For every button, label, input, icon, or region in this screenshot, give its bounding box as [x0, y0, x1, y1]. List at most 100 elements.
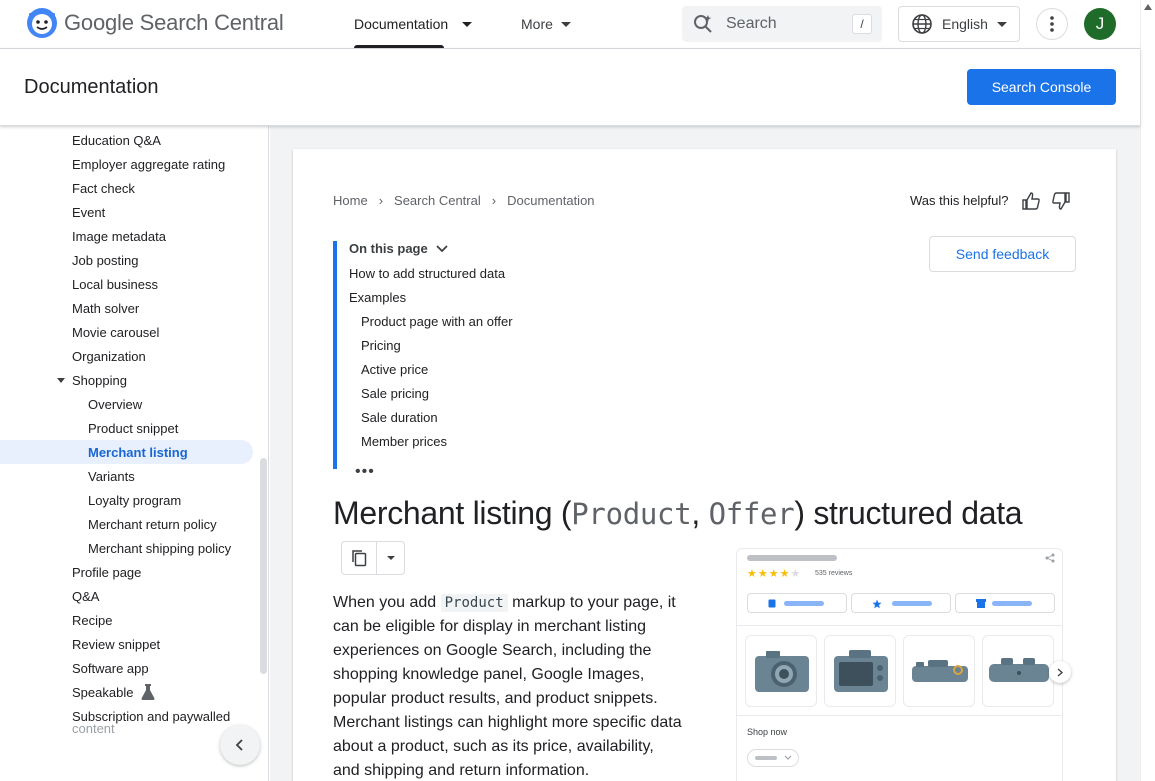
sidebar-item-label: Speakable: [72, 684, 134, 700]
divider: [737, 715, 1062, 716]
store-icon: [976, 599, 986, 608]
shop-now-label: Shop now: [747, 727, 788, 737]
more-vert-icon: [1050, 16, 1054, 32]
title-code-offer: Offer: [708, 497, 795, 531]
sidebar-item[interactable]: Merchant listing: [0, 440, 253, 464]
divider: [737, 625, 1062, 626]
toc-link[interactable]: Pricing: [361, 338, 401, 353]
language-label: English: [942, 16, 988, 32]
toc-link[interactable]: Active price: [361, 362, 428, 377]
camera-top-image-icon: [912, 660, 968, 682]
thumb-up-icon[interactable]: [1021, 191, 1041, 211]
section-title: Documentation: [24, 76, 159, 98]
language-selector[interactable]: English: [898, 6, 1020, 42]
page-scrollbar[interactable]: [1140, 0, 1155, 781]
placeholder-chip: [747, 749, 799, 767]
intro-paragraph: When you add Product markup to your page…: [333, 591, 683, 781]
sidebar-item[interactable]: Organization: [0, 344, 253, 368]
sidebar-item[interactable]: Overview: [0, 392, 253, 416]
page-title: Merchant listing (Product, Offer) struct…: [333, 495, 1023, 532]
title-code-product: Product: [571, 497, 692, 531]
sidebar-item[interactable]: Recipe: [0, 608, 253, 632]
toc-link[interactable]: Member prices: [361, 434, 447, 449]
on-this-page-toc: On this page How to add structured data E…: [333, 241, 583, 480]
chevron-down-icon: [560, 21, 571, 27]
sidebar-item[interactable]: Variants: [0, 464, 253, 488]
nav-tab-documentation[interactable]: Documentation: [354, 0, 473, 48]
document-icon: [768, 599, 776, 608]
search-input[interactable]: Search /: [682, 6, 882, 42]
breadcrumb-item[interactable]: Home: [333, 193, 368, 208]
sidebar-item[interactable]: Local business: [0, 272, 253, 296]
sidebar-item[interactable]: Fact check: [0, 176, 253, 200]
search-spark-icon: [694, 15, 712, 33]
camera-image-icon: [755, 651, 809, 692]
sidebar-item[interactable]: Employer aggregate rating: [0, 152, 253, 176]
nav-tab-more[interactable]: More: [521, 0, 571, 48]
account-avatar[interactable]: J: [1084, 8, 1116, 40]
site-logo[interactable]: Google Search Central: [26, 7, 284, 39]
intro-text: When you add: [333, 594, 441, 611]
carousel-next-button[interactable]: [1049, 661, 1071, 683]
toc-link[interactable]: Sale pricing: [361, 386, 429, 401]
more-options-button[interactable]: [1036, 8, 1068, 40]
sidebar-item[interactable]: Q&A: [0, 584, 253, 608]
toc-link[interactable]: How to add structured data: [349, 266, 505, 281]
review-count: 535 reviews: [815, 570, 853, 577]
toc-link[interactable]: Examples: [349, 290, 406, 305]
sidebar-item[interactable]: Event: [0, 200, 253, 224]
sidebar-item-label: Software app: [72, 660, 149, 676]
sidebar-item[interactable]: Math solver: [0, 296, 253, 320]
sidebar-item[interactable]: Job posting: [0, 248, 253, 272]
section-header: Documentation Search Console: [0, 49, 1140, 126]
placeholder-bar: [784, 601, 824, 606]
inline-code-product: Product: [440, 594, 508, 612]
sidebar-item[interactable]: Loyalty program: [0, 488, 253, 512]
sidebar-item[interactable]: Profile page: [0, 560, 253, 584]
breadcrumb-item[interactable]: Search Central: [394, 193, 481, 208]
sidebar-item[interactable]: content: [0, 720, 253, 736]
sidebar-item-label: Event: [72, 204, 106, 220]
scroll-up-icon[interactable]: [1144, 4, 1152, 10]
chevron-right-icon: ›: [378, 193, 384, 208]
search-console-button[interactable]: Search Console: [967, 69, 1116, 105]
sidebar-scrollbar[interactable]: [260, 458, 267, 674]
toc-link[interactable]: Product page with an offer: [361, 314, 513, 329]
sidebar-item-label: Merchant listing: [88, 444, 188, 460]
product-thumbnail: [982, 635, 1054, 707]
thumb-down-icon[interactable]: [1051, 191, 1071, 211]
sidebar-item[interactable]: Merchant return policy: [0, 512, 253, 536]
brand-name: Google Search Central: [64, 10, 284, 35]
sidebar-item[interactable]: Product snippet: [0, 416, 253, 440]
sidebar-item[interactable]: Speakable: [0, 680, 253, 704]
sidebar-item[interactable]: Image metadata: [0, 224, 253, 248]
sidebar-item-label: Local business: [72, 276, 158, 292]
sidebar-item-label: Overview: [88, 396, 143, 412]
toc-link[interactable]: Sale duration: [361, 410, 438, 425]
sidebar-item[interactable]: Shopping: [0, 368, 253, 392]
breadcrumb-item[interactable]: Documentation: [507, 193, 594, 208]
toc-more-button[interactable]: •••: [355, 463, 375, 481]
copy-button[interactable]: [342, 542, 376, 574]
sidebar-item-label: Movie carousel: [72, 324, 160, 340]
top-app-bar: Google Search Central Documentation More…: [0, 0, 1140, 49]
sidebar-item-label: Loyalty program: [88, 492, 182, 508]
sidebar-item-label: content: [72, 720, 115, 736]
toc-header[interactable]: On this page: [349, 241, 448, 256]
search-placeholder: Search: [726, 15, 777, 32]
copy-link-group: [341, 541, 405, 575]
sidebar-item[interactable]: Review snippet: [0, 632, 253, 656]
nav-tab-label: More: [521, 16, 553, 32]
info-chip: [955, 593, 1055, 613]
chevron-down-icon: [386, 556, 395, 560]
sidebar-item[interactable]: Education Q&A: [0, 128, 253, 152]
send-feedback-button[interactable]: Send feedback: [929, 236, 1076, 272]
copy-options-dropdown[interactable]: [376, 542, 404, 574]
search-shortcut-key: /: [852, 14, 872, 34]
sidebar-item[interactable]: Merchant shipping policy: [0, 536, 253, 560]
sidebar-item[interactable]: Movie carousel: [0, 320, 253, 344]
sidebar-item[interactable]: Software app: [0, 656, 253, 680]
collapse-sidebar-button[interactable]: [220, 725, 260, 765]
expand-arrow-icon[interactable]: [57, 377, 65, 383]
placeholder-bar: [747, 555, 837, 561]
